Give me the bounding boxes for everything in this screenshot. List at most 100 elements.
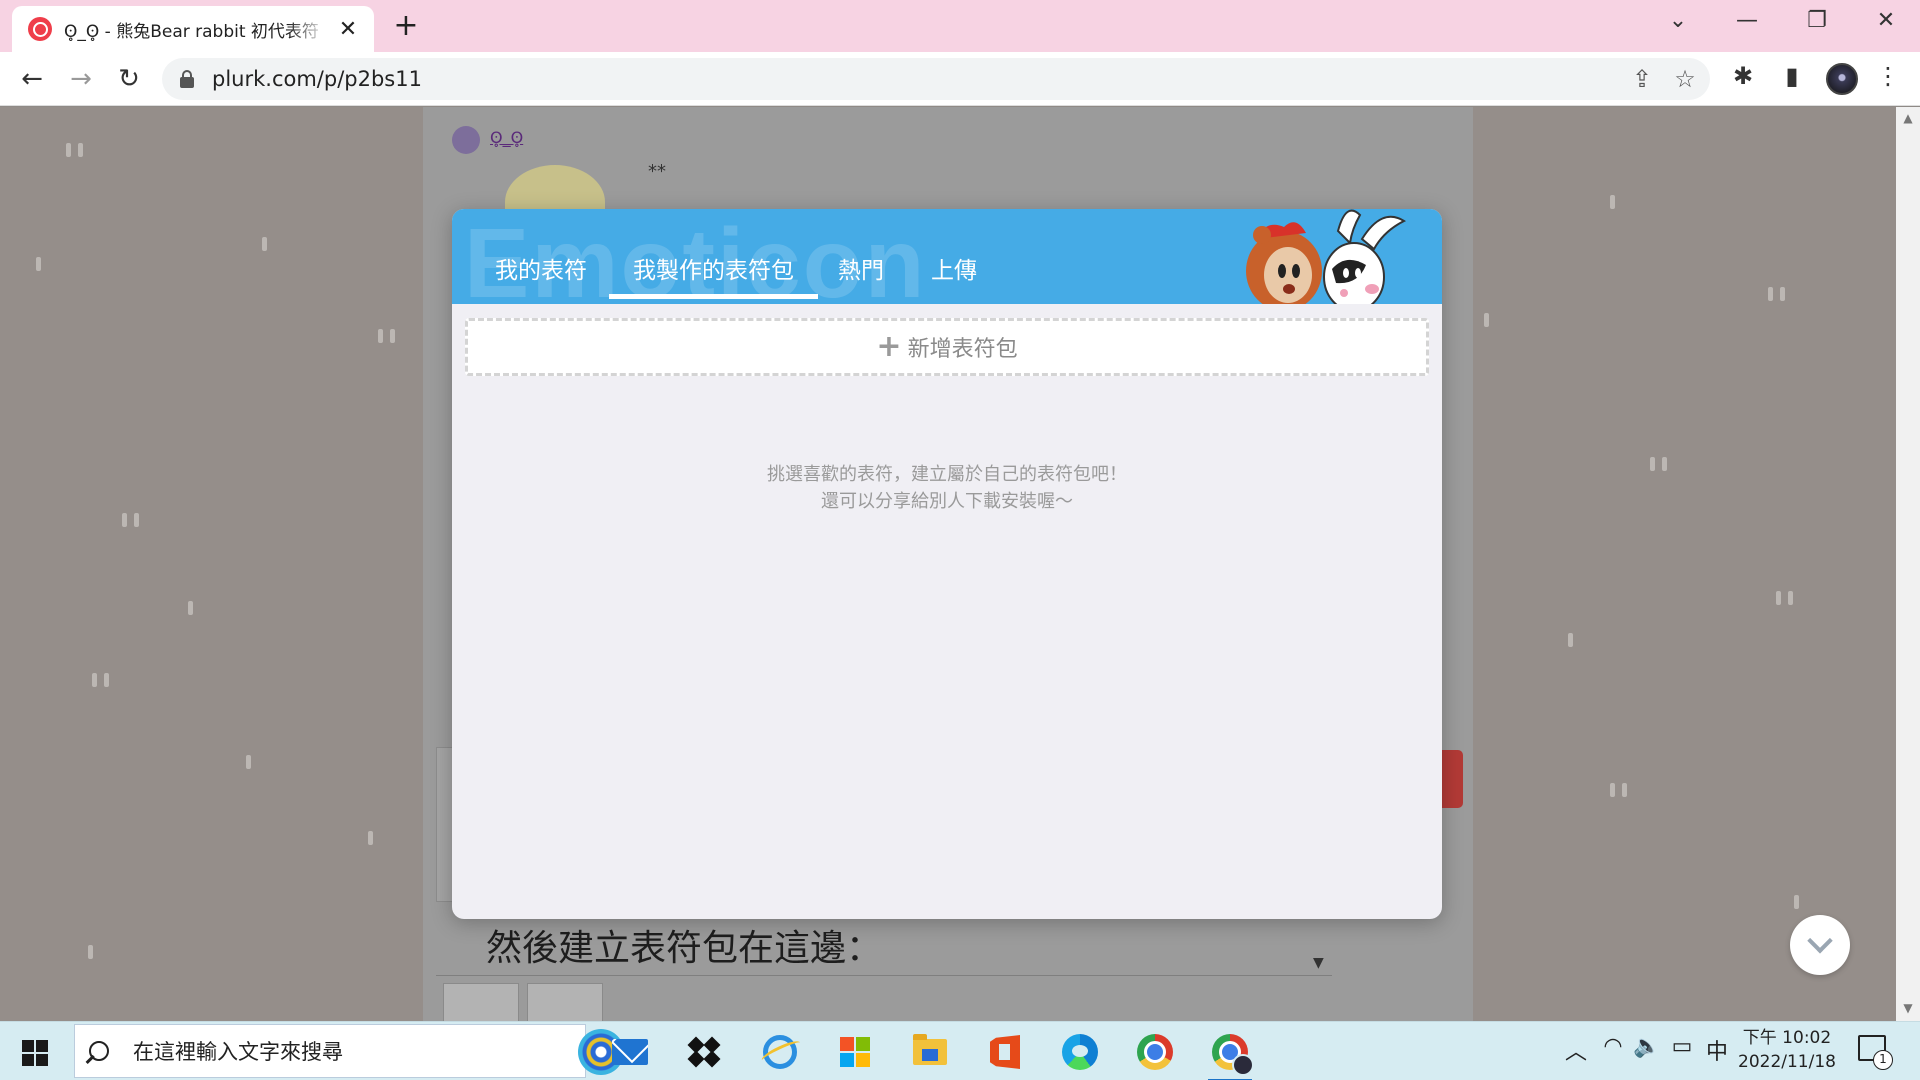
back-button[interactable]: ← <box>15 62 49 96</box>
clock-time: 下午 10:02 <box>1742 1028 1832 1048</box>
bg-decoration <box>1794 895 1799 909</box>
folder-icon <box>913 1034 947 1065</box>
start-tile <box>22 1054 34 1066</box>
tray-chevron-up-icon[interactable]: ︿ <box>1560 1034 1592 1066</box>
bookmark-star-icon[interactable]: ☆ <box>1670 65 1700 93</box>
tab-close-icon[interactable]: ✕ <box>336 17 360 42</box>
bg-decoration <box>66 143 71 157</box>
notification-badge: 1 <box>1873 1050 1893 1070</box>
microsoft-store-app[interactable] <box>831 1028 879 1076</box>
modal-header: Emoticon 我的表符 我製作的表符包 熱門 上傳 <box>452 209 1442 304</box>
taskbar-search-input[interactable]: 在這裡輸入文字來搜尋 <box>74 1024 624 1078</box>
bg-decoration <box>1622 783 1627 797</box>
scroll-to-bottom-button[interactable] <box>1790 915 1850 975</box>
minimize-button[interactable]: — <box>1727 6 1767 36</box>
extensions-icon[interactable]: ✱ <box>1726 62 1760 90</box>
bg-decoration <box>134 513 139 527</box>
chrome-icon <box>1137 1034 1173 1070</box>
url-text[interactable]: plurk.com/p/p2bs11 <box>212 67 422 91</box>
mail-app[interactable] <box>606 1028 654 1076</box>
bg-decoration <box>1776 591 1781 605</box>
page-scrollbar[interactable]: ▲ ▼ <box>1896 107 1920 1021</box>
empty-state-message: 挑選喜歡的表符，建立屬於自己的表符包吧！ 還可以分享給別人下載安裝喔～ <box>452 461 1442 515</box>
office-app[interactable] <box>981 1028 1029 1076</box>
scroll-down-icon[interactable]: ▼ <box>1896 1001 1920 1015</box>
profile-avatar[interactable] <box>1826 63 1858 95</box>
bg-decoration <box>122 513 127 527</box>
tab-popular[interactable]: 熱門 <box>838 251 884 299</box>
empty-message-line-1: 挑選喜歡的表符，建立屬於自己的表符包吧！ <box>767 464 1127 485</box>
bg-decoration <box>246 755 251 769</box>
windows-taskbar: 在這裡輸入文字來搜尋 ︿ ◠ 🔈 ▭ 中 下午 10:02 2022/11/18… <box>0 1021 1920 1080</box>
new-tab-button[interactable]: + <box>390 10 422 42</box>
browser-tab[interactable]: ʘ̥_ʘ̥ - 熊兔Bear rabbit 初代表符 ✕ <box>12 6 374 52</box>
tab-upload[interactable]: 上傳 <box>931 251 977 299</box>
dropdown-arrow-icon: ▼ <box>1313 955 1324 971</box>
bg-decoration <box>36 257 41 271</box>
bg-decoration <box>78 143 83 157</box>
plus-icon: + <box>876 329 902 364</box>
add-pack-label: 新增表符包 <box>907 337 1018 362</box>
start-tile <box>36 1040 48 1052</box>
bg-decoration <box>92 673 97 687</box>
restore-button[interactable]: ❐ <box>1797 6 1837 36</box>
share-icon[interactable]: ⇪ <box>1627 65 1657 93</box>
bg-decoration <box>262 237 267 251</box>
bg-decoration <box>378 329 383 343</box>
chrome-profile-app[interactable] <box>1206 1028 1254 1080</box>
bg-decoration <box>188 601 193 615</box>
bg-decoration <box>1662 457 1667 471</box>
forward-button[interactable]: → <box>64 62 98 96</box>
bear-mascot <box>1246 222 1322 304</box>
windows-start-icon[interactable] <box>22 1040 48 1066</box>
bg-decoration <box>390 329 395 343</box>
bear-rabbit-mascots-image <box>1246 209 1407 304</box>
lock-icon[interactable] <box>180 70 194 88</box>
internet-explorer-app[interactable] <box>756 1028 804 1076</box>
emoticon-modal: Emoticon 我的表符 我製作的表符包 熱門 上傳 + 新增表符包 挑選喜歡… <box>452 209 1442 919</box>
search-placeholder: 在這裡輸入文字來搜尋 <box>133 1040 343 1064</box>
file-explorer-app[interactable] <box>906 1028 954 1076</box>
divider <box>436 975 1332 976</box>
wifi-icon[interactable]: ◠ <box>1597 1034 1629 1059</box>
tab-my-packs[interactable]: 我製作的表符包 <box>609 251 818 299</box>
search-icon <box>89 1041 109 1061</box>
empty-message-line-2: 還可以分享給別人下載安裝喔～ <box>821 491 1073 512</box>
volume-icon[interactable]: 🔈 <box>1631 1034 1663 1059</box>
scroll-up-icon[interactable]: ▲ <box>1896 111 1920 125</box>
ime-indicator[interactable]: 中 <box>1701 1034 1733 1066</box>
taskbar-clock[interactable]: 下午 10:02 2022/11/18 <box>1738 1026 1836 1074</box>
tab-title: ʘ̥_ʘ̥ - 熊兔Bear rabbit 初代表符 <box>64 21 319 42</box>
add-emoticon-pack-button[interactable]: + 新增表符包 <box>465 318 1429 376</box>
dropbox-icon <box>687 1036 721 1068</box>
office-icon <box>990 1035 1020 1069</box>
dropbox-app[interactable] <box>681 1028 729 1076</box>
emoticon-pack-thumbnail <box>443 983 519 1021</box>
side-panel-icon[interactable]: ▮ <box>1775 62 1809 90</box>
author-name: ʘ̥_ʘ̥ <box>490 128 524 147</box>
start-tile <box>36 1054 48 1066</box>
microsoft-store-icon <box>840 1037 870 1067</box>
chevron-down-icon <box>1807 928 1833 954</box>
close-window-button[interactable]: ✕ <box>1866 6 1906 36</box>
chrome-profile-icon <box>1212 1034 1254 1076</box>
plurk-favicon-icon <box>28 17 52 41</box>
bg-decoration <box>368 831 373 845</box>
bg-decoration <box>104 673 109 687</box>
tab-my-emoticons[interactable]: 我的表符 <box>495 251 587 299</box>
address-bar[interactable]: plurk.com/p/p2bs11 ⇪ ☆ <box>162 58 1710 100</box>
bg-decoration <box>1610 195 1615 209</box>
browser-toolbar: ← → ↻ plurk.com/p/p2bs11 ⇪ ☆ <box>0 52 1920 106</box>
battery-icon[interactable]: ▭ <box>1666 1034 1698 1059</box>
clock-date: 2022/11/18 <box>1738 1052 1836 1072</box>
edge-icon <box>1062 1034 1098 1070</box>
tab-search-icon[interactable]: ⌄ <box>1658 6 1698 36</box>
bg-decoration <box>1780 287 1785 301</box>
chrome-menu-icon[interactable]: ⋮ <box>1871 62 1905 90</box>
chrome-app[interactable] <box>1131 1028 1179 1076</box>
edge-app[interactable] <box>1056 1028 1104 1076</box>
bg-decoration <box>1568 633 1573 647</box>
reload-button[interactable]: ↻ <box>112 62 146 96</box>
browser-titlebar: ʘ̥_ʘ̥ - 熊兔Bear rabbit 初代表符 ✕ + ⌄ — ❐ ✕ <box>0 0 1920 52</box>
bg-decoration <box>1610 783 1615 797</box>
